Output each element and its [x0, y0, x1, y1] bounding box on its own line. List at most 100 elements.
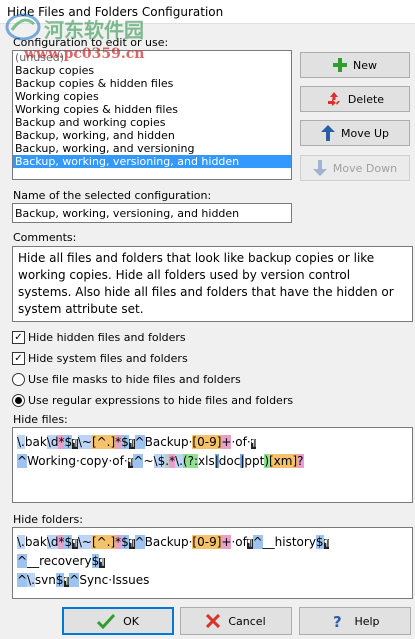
move-up-button[interactable]: Move Up	[300, 120, 410, 146]
radio-empty-icon	[12, 373, 25, 386]
regex-token: [^.]	[91, 435, 116, 449]
regex-token: Backup·	[144, 535, 193, 549]
recycle-icon	[327, 92, 340, 106]
hide-files-editor[interactable]: \.bak\d*$¶\~[^.]*$¶^Backup·[0-9]+·of·¶ ^W…	[12, 427, 413, 503]
regex-token: +	[221, 535, 232, 549]
regex-token: $	[64, 535, 73, 549]
regex-token: ^	[17, 573, 28, 587]
hide-hidden-checkbox[interactable]: ✓ Hide hidden files and folders	[12, 331, 186, 344]
regex-token: ¶	[246, 539, 253, 549]
name-field[interactable]: Backup, working, versioning, and hidden	[12, 203, 292, 223]
move-down-button-label: Move Down	[332, 161, 398, 175]
delete-button-label: Delete	[347, 92, 385, 106]
regex-token: [^.]	[91, 535, 116, 549]
regex-token: doc	[218, 454, 241, 468]
comments-textarea[interactable]: Hide all files and folders that look lik…	[12, 246, 413, 322]
regex-token: [0-9]	[192, 435, 222, 449]
title-bar: Hide Files and Folders Configuration	[0, 0, 415, 24]
cancel-button[interactable]: Cancel	[180, 607, 292, 635]
config-list-item[interactable]: Backup, working, and versioning	[13, 142, 291, 155]
comments-label: Comments:	[13, 231, 77, 244]
regex-token: ^	[69, 573, 80, 587]
move-up-button-label: Move Up	[340, 126, 390, 140]
regex-token: [0-9]	[192, 535, 222, 549]
regex-token: ^	[17, 554, 28, 568]
use-masks-label: Use file masks to hide files and folders	[28, 373, 241, 386]
regex-token: __recovery	[27, 554, 92, 568]
arrow-down-icon	[312, 160, 327, 176]
config-list-item[interactable]: Backup copies	[13, 64, 291, 77]
regex-line: \.bak\d*$¶\~[^.]*$¶^Backup·[0-9]+·of¶^__…	[17, 533, 408, 552]
config-list-item[interactable]: Working copies & hidden files	[13, 103, 291, 116]
regex-token: ^	[134, 535, 145, 549]
config-list-item[interactable]: (unused)	[13, 51, 291, 64]
help-icon: ?	[333, 613, 342, 629]
regex-token: __history	[262, 535, 316, 549]
regex-line: ^\.svn$¶^Sync·Issues	[17, 571, 408, 590]
comments-text: Hide all files and folders that look lik…	[18, 251, 394, 316]
regex-token: ?	[297, 454, 304, 468]
regex-token: \$	[153, 454, 166, 468]
regex-token: ¶	[323, 539, 330, 549]
regex-token: ^	[252, 535, 263, 549]
move-down-button[interactable]: Move Down	[300, 155, 410, 181]
use-regex-radio[interactable]: Use regular expressions to hide files an…	[12, 394, 293, 407]
config-list-item[interactable]: Backup, working, versioning, and hidden	[13, 155, 291, 168]
checkbox-check-icon: ✓	[12, 352, 25, 365]
name-field-label: Name of the selected configuration:	[13, 189, 212, 202]
new-button-label: New	[353, 58, 377, 72]
use-regex-label: Use regular expressions to hide files an…	[28, 394, 294, 407]
config-list-item[interactable]: Backup, working, and hidden	[13, 129, 291, 142]
regex-token: \d	[46, 535, 59, 549]
help-button-label: Help	[354, 614, 380, 628]
regex-token: \.	[17, 435, 25, 449]
use-masks-radio[interactable]: Use file masks to hide files and folders	[12, 373, 241, 386]
hide-system-checkbox[interactable]: ✓ Hide system files and folders	[12, 352, 188, 365]
regex-token: $	[121, 435, 129, 449]
regex-token: Backup·	[144, 435, 193, 449]
checkbox-check-icon: ✓	[12, 331, 25, 344]
name-field-value: Backup, working, versioning, and hidden	[15, 207, 240, 220]
hide-hidden-label: Hide hidden files and folders	[28, 331, 186, 344]
regex-token: ^	[133, 454, 144, 468]
regex-token: bak	[24, 535, 47, 549]
regex-line: ^Working·copy·of·¶^~\$.*\.(?:xls|doc|ppt…	[17, 452, 408, 471]
checkmark-icon	[97, 613, 116, 629]
regex-token: ~	[143, 454, 154, 468]
new-button[interactable]: New	[300, 52, 410, 78]
regex-token: ¶	[250, 439, 257, 449]
delete-button[interactable]: Delete	[300, 86, 410, 112]
regex-token: bak	[24, 435, 47, 449]
ok-button-label: OK	[123, 614, 139, 628]
regex-token: ppt	[244, 454, 265, 468]
hide-folders-label: Hide folders:	[13, 513, 83, 526]
regex-token: \.	[175, 454, 183, 468]
regex-token: \.	[17, 535, 25, 549]
svg-text:?: ?	[333, 613, 342, 629]
regex-token: ¶	[99, 558, 105, 568]
regex-token: ¶	[72, 539, 78, 549]
regex-token: ¶	[128, 539, 135, 549]
regex-token: $	[315, 535, 324, 549]
regex-token: svn	[34, 573, 56, 587]
config-list-item[interactable]: Backup copies & hidden files	[13, 77, 291, 90]
hide-files-label: Hide files:	[13, 413, 68, 426]
radio-selected-icon	[12, 394, 25, 407]
regex-line: ^__recovery$¶	[17, 552, 408, 571]
help-button[interactable]: ? Help	[299, 607, 411, 635]
regex-token: \.	[27, 573, 35, 587]
hide-folders-editor[interactable]: \.bak\d*$¶\~[^.]*$¶^Backup·[0-9]+·of¶^__…	[12, 527, 413, 599]
config-listbox[interactable]: (unused) Backup copies Backup copies & hid…	[12, 50, 292, 180]
regex-token: +	[221, 435, 232, 449]
close-icon	[206, 614, 221, 628]
ok-button[interactable]: OK	[62, 607, 174, 635]
regex-token: ·of	[231, 535, 247, 549]
regex-token: $	[55, 573, 64, 587]
regex-token: ¶	[72, 439, 78, 449]
arrow-up-icon	[320, 125, 335, 141]
config-list-item[interactable]: Backup and working copies	[13, 116, 291, 129]
hide-system-label: Hide system files and folders	[28, 352, 188, 365]
config-list-item[interactable]: Working copies	[13, 90, 291, 103]
regex-token: \~	[77, 535, 92, 549]
window-title: Hide Files and Folders Configuration	[7, 5, 224, 19]
